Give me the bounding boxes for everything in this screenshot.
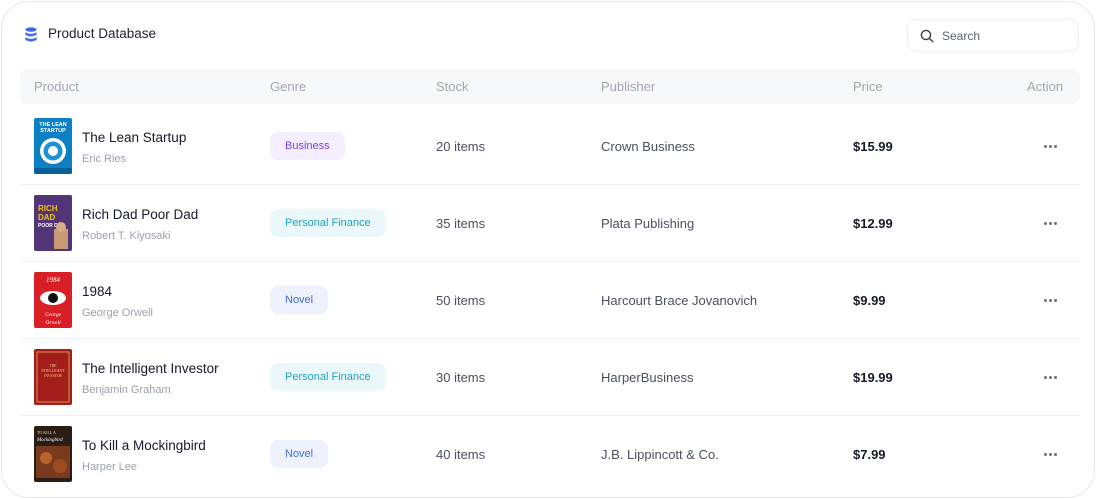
genre-badge: Novel xyxy=(270,440,329,468)
product-name[interactable]: Rich Dad Poor Dad xyxy=(82,207,198,222)
product-author: Harper Lee xyxy=(82,461,138,473)
svg-text:RICH: RICH xyxy=(38,204,58,213)
publisher-value: HarperBusiness xyxy=(601,370,694,385)
product-author: Robert T. Kiyosaki xyxy=(82,230,171,242)
table-row[interactable]: RICH DAD POOR DAD Rich Dad Poor Dad Robe… xyxy=(20,185,1080,262)
more-horizontal-icon xyxy=(1049,299,1053,303)
svg-text:Orwell: Orwell xyxy=(45,320,61,326)
book-cover-the-intelligent-investor: THE INTELLIGENT INVESTOR xyxy=(34,349,72,405)
publisher-value: Crown Business xyxy=(601,139,695,154)
stock-value: 35 items xyxy=(436,216,486,231)
book-cover-the-lean-startup: THE LEAN STARTUP xyxy=(34,118,72,174)
svg-text:INVESTOR: INVESTOR xyxy=(44,374,62,378)
more-horizontal-icon xyxy=(1044,299,1047,303)
svg-text:THE: THE xyxy=(50,364,58,368)
more-horizontal-icon xyxy=(1054,145,1058,149)
svg-text:INTELLIGENT: INTELLIGENT xyxy=(41,369,65,373)
more-horizontal-icon xyxy=(1044,376,1047,380)
page-title: Product Database xyxy=(48,26,157,41)
product-name[interactable]: To Kill a Mockingbird xyxy=(82,438,206,453)
more-horizontal-icon xyxy=(1049,453,1053,457)
publisher-value: Harcourt Brace Jovanovich xyxy=(601,293,758,308)
column-header-stock[interactable]: Stock xyxy=(436,79,469,94)
column-header-publisher[interactable]: Publisher xyxy=(601,79,655,94)
table-header: Product Genre Stock Publisher Price Acti… xyxy=(20,69,1080,104)
more-horizontal-icon xyxy=(1054,222,1058,226)
book-cover-to-kill-a-mockingbird: TO KILL A Mockingbird xyxy=(34,426,72,482)
genre-badge: Novel xyxy=(270,286,329,314)
product-name[interactable]: The Lean Startup xyxy=(82,130,186,145)
genre-badge: Business xyxy=(270,132,345,160)
genre-badge: Personal Finance xyxy=(270,363,386,391)
product-author: George Orwell xyxy=(82,307,153,319)
svg-text:Mockingbird: Mockingbird xyxy=(36,438,63,443)
column-header-genre[interactable]: Genre xyxy=(270,79,306,94)
svg-text:TO KILL A: TO KILL A xyxy=(37,430,56,435)
product-name[interactable]: The Intelligent Investor xyxy=(82,361,219,376)
price-value: $15.99 xyxy=(853,139,893,154)
more-actions-button[interactable] xyxy=(1044,215,1064,231)
more-actions-button[interactable] xyxy=(1044,446,1064,462)
table-row[interactable]: THE INTELLIGENT INVESTOR The Intelligent… xyxy=(20,339,1080,416)
book-cover-rich-dad-poor-dad: RICH DAD POOR DAD xyxy=(34,195,72,251)
search-icon xyxy=(920,29,934,43)
more-actions-button[interactable] xyxy=(1044,292,1064,308)
product-author: Benjamin Graham xyxy=(82,384,171,396)
table-row[interactable]: THE LEAN STARTUP The Lean Startup Eric R… xyxy=(20,108,1080,185)
search-input[interactable] xyxy=(942,28,1062,43)
publisher-value: Plata Publishing xyxy=(601,216,695,231)
column-header-action: Action xyxy=(1027,79,1064,94)
database-icon xyxy=(25,27,37,42)
price-value: $9.99 xyxy=(853,293,886,308)
price-value: $7.99 xyxy=(853,447,886,462)
more-horizontal-icon xyxy=(1054,376,1058,380)
stock-value: 20 items xyxy=(436,139,486,154)
book-cover-1984: 1984 George Orwell xyxy=(34,272,72,328)
more-horizontal-icon xyxy=(1044,453,1047,457)
genre-badge: Personal Finance xyxy=(270,209,386,237)
product-name[interactable]: 1984 xyxy=(82,284,112,299)
price-value: $19.99 xyxy=(853,370,893,385)
product-database-card: Product Database Product Genre Stock Pub… xyxy=(1,1,1095,498)
product-author: Eric Ries xyxy=(82,153,127,165)
more-horizontal-icon xyxy=(1049,376,1053,380)
more-horizontal-icon xyxy=(1049,145,1053,149)
stock-value: 50 items xyxy=(436,293,486,308)
svg-text:George: George xyxy=(45,312,62,318)
more-horizontal-icon xyxy=(1054,299,1058,303)
more-horizontal-icon xyxy=(1054,453,1058,457)
more-actions-button[interactable] xyxy=(1044,138,1064,154)
more-actions-button[interactable] xyxy=(1044,369,1064,385)
table-row[interactable]: 1984 George Orwell 1984 George Orwell No… xyxy=(20,262,1080,339)
column-header-price[interactable]: Price xyxy=(853,79,883,94)
svg-text:1984: 1984 xyxy=(46,276,61,284)
column-header-product[interactable]: Product xyxy=(34,79,79,94)
stock-value: 30 items xyxy=(436,370,486,385)
price-value: $12.99 xyxy=(853,216,893,231)
more-horizontal-icon xyxy=(1044,145,1047,149)
search-box[interactable] xyxy=(907,19,1079,52)
more-horizontal-icon xyxy=(1044,222,1047,226)
svg-text:STARTUP: STARTUP xyxy=(40,128,66,134)
stock-value: 40 items xyxy=(436,447,486,462)
card-header: Product Database xyxy=(2,2,1094,66)
publisher-value: J.B. Lippincott & Co. xyxy=(601,447,719,462)
more-horizontal-icon xyxy=(1049,222,1053,226)
svg-text:DAD: DAD xyxy=(38,213,56,222)
table-row[interactable]: TO KILL A Mockingbird To Kill a Mockingb… xyxy=(20,416,1080,493)
